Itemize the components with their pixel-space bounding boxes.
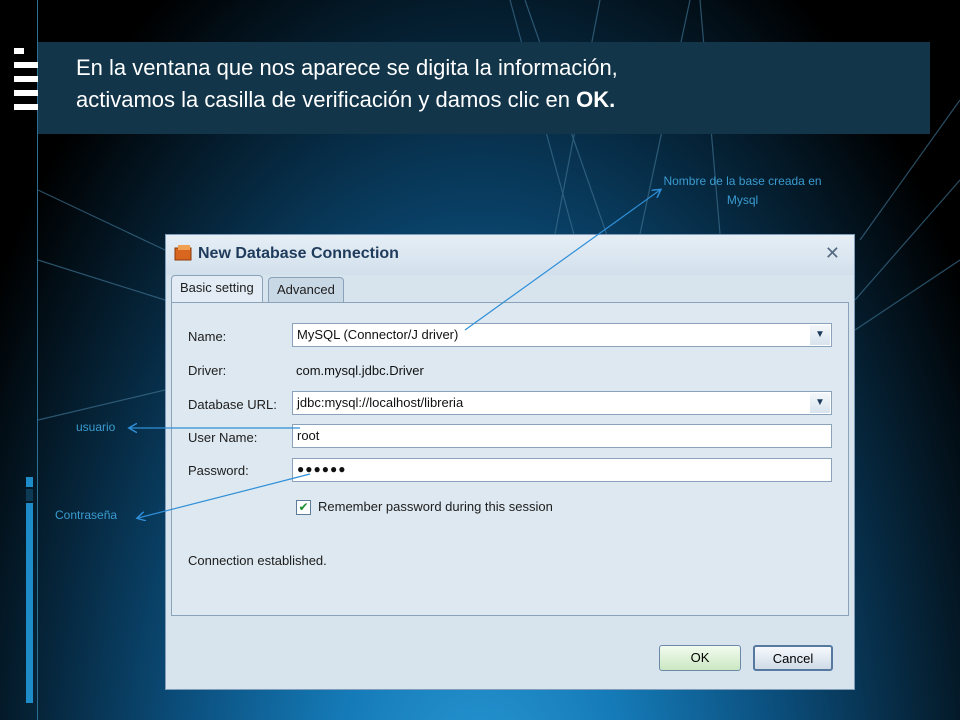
name-dropdown[interactable]: MySQL (Connector/J driver) ▼: [292, 323, 832, 347]
database-connection-icon: [174, 245, 192, 261]
callout-user: usuario: [76, 420, 116, 434]
remember-password-checkbox[interactable]: ✔: [296, 500, 311, 515]
callout-password: Contraseña: [55, 508, 118, 522]
tab-basic-setting[interactable]: Basic setting: [171, 275, 263, 303]
password-input[interactable]: ●●●●●●: [292, 458, 832, 482]
close-icon[interactable]: ✕: [825, 243, 840, 264]
driver-value: com.mysql.jdbc.Driver: [296, 363, 424, 378]
remember-password-label: Remember password during this session: [318, 499, 553, 514]
callout-db-line-1: Nombre de la base creada en: [663, 174, 822, 188]
dialog-title: New Database Connection: [198, 245, 399, 262]
name-value: MySQL (Connector/J driver): [297, 327, 459, 342]
driver-label: Driver:: [188, 363, 227, 378]
user-name-label: User Name:: [188, 430, 258, 445]
password-label: Password:: [188, 463, 249, 478]
ok-button[interactable]: OK: [659, 645, 741, 671]
database-url-dropdown[interactable]: jdbc:mysql://localhost/libreria ▼: [292, 391, 832, 415]
title-line-1: En la ventana que nos aparece se digita …: [76, 55, 618, 80]
basic-setting-panel: Name: MySQL (Connector/J driver) ▼ Drive…: [171, 302, 849, 616]
name-label: Name:: [188, 329, 227, 344]
cancel-button[interactable]: Cancel: [753, 645, 833, 671]
callout-database-name: Nombre de la base creada en Mysql: [640, 172, 845, 210]
dialog-titlebar: New Database Connection ✕: [166, 235, 854, 275]
decor-block: [26, 489, 33, 501]
chevron-down-icon[interactable]: ▼: [810, 393, 830, 413]
title-line-2: activamos la casilla de verificación y d…: [76, 84, 916, 116]
new-database-connection-dialog: New Database Connection ✕ Basic setting …: [165, 234, 855, 690]
callout-db-line-2: Mysql: [726, 193, 759, 207]
database-url-value: jdbc:mysql://localhost/libreria: [297, 395, 464, 410]
title-ok-emphasis: OK.: [576, 87, 616, 112]
decor-block: [26, 477, 33, 487]
title-line-2-text: activamos la casilla de verificación y d…: [76, 87, 577, 112]
user-name-input[interactable]: root: [292, 424, 832, 448]
chevron-down-icon[interactable]: ▼: [810, 325, 830, 345]
slide-title: En la ventana que nos aparece se digita …: [76, 52, 916, 116]
database-url-label: Database URL:: [188, 397, 277, 412]
connection-status: Connection established.: [188, 553, 327, 568]
tab-advanced[interactable]: Advanced: [268, 277, 344, 303]
document-lines-icon: [14, 48, 38, 110]
decor-block: [26, 503, 33, 703]
